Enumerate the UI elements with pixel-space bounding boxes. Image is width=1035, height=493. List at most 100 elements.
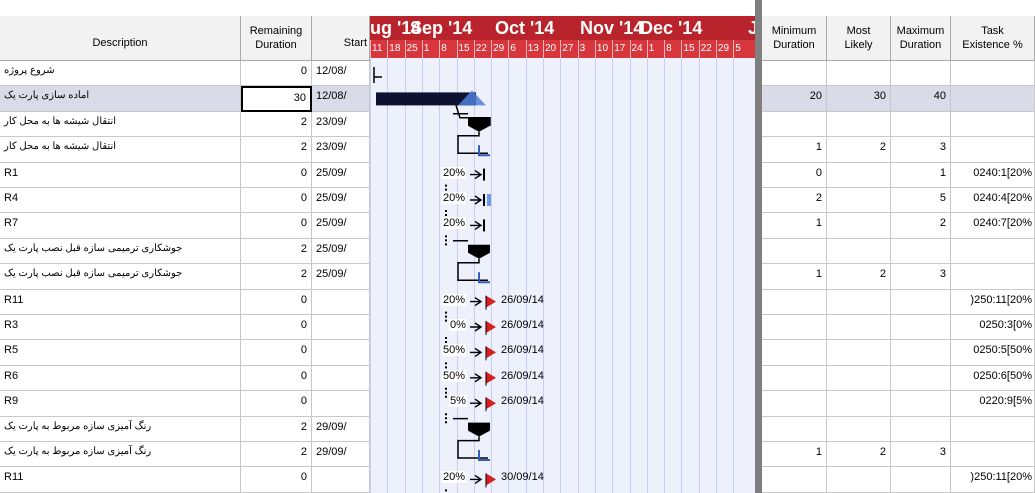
task-existence-cell[interactable] bbox=[951, 86, 1035, 112]
table-row[interactable]: R6 0 bbox=[0, 365, 370, 392]
remaining-duration-cell[interactable]: 2 bbox=[241, 442, 312, 468]
table-row[interactable]: رنگ آمیزی سازه مربوط به پارت یک 2 29/09/ bbox=[0, 442, 370, 468]
start-cell[interactable] bbox=[312, 467, 370, 493]
remaining-duration-cell[interactable]: 0 bbox=[241, 340, 312, 366]
minimum-duration-cell[interactable]: 0 bbox=[762, 162, 827, 188]
remaining-duration-cell[interactable]: 30 bbox=[241, 86, 312, 112]
remaining-duration-cell[interactable]: 0 bbox=[241, 61, 312, 87]
table-row-right[interactable]: )250:11[20% bbox=[762, 289, 1035, 315]
task-existence-cell[interactable] bbox=[951, 264, 1035, 290]
start-cell[interactable] bbox=[312, 315, 370, 341]
remaining-duration-cell[interactable]: 2 bbox=[241, 137, 312, 163]
remaining-duration-cell[interactable]: 2 bbox=[241, 416, 312, 442]
description-cell[interactable]: شروع پروژه bbox=[0, 61, 241, 87]
maximum-duration-cell[interactable]: 5 bbox=[891, 188, 951, 214]
col-header-task-existence[interactable]: Task Existence % bbox=[951, 16, 1035, 61]
task-existence-cell[interactable]: 0250:3[0% bbox=[951, 315, 1035, 341]
remaining-duration-cell[interactable]: 2 bbox=[241, 111, 312, 138]
minimum-duration-cell[interactable]: 2 bbox=[762, 188, 827, 214]
col-header-description[interactable]: Description bbox=[0, 16, 241, 61]
most-likely-cell[interactable] bbox=[827, 467, 891, 493]
start-cell[interactable]: 25/09/ bbox=[312, 238, 370, 265]
minimum-duration-cell[interactable] bbox=[762, 238, 827, 265]
table-row[interactable]: R5 0 bbox=[0, 340, 370, 366]
most-likely-cell[interactable]: 30 bbox=[827, 86, 891, 112]
description-cell[interactable]: R11 bbox=[0, 467, 241, 493]
task-existence-cell[interactable]: 0250:5[50% bbox=[951, 340, 1035, 366]
table-row[interactable]: R11 0 bbox=[0, 467, 370, 493]
most-likely-cell[interactable] bbox=[827, 188, 891, 214]
task-existence-cell[interactable]: 0250:6[50% bbox=[951, 365, 1035, 392]
description-cell[interactable]: رنگ آمیزی سازه مربوط به پارت یک bbox=[0, 442, 241, 468]
pane-splitter[interactable] bbox=[755, 0, 762, 493]
task-existence-cell[interactable] bbox=[951, 61, 1035, 87]
table-row-right[interactable]: 123 bbox=[762, 264, 1035, 290]
description-cell[interactable]: انتقال شیشه ها به محل کار bbox=[0, 137, 241, 163]
table-row-right[interactable]: 0 1 0240:1[20% bbox=[762, 162, 1035, 188]
minimum-duration-cell[interactable] bbox=[762, 365, 827, 392]
minimum-duration-cell[interactable]: 1 bbox=[762, 137, 827, 163]
maximum-duration-cell[interactable] bbox=[891, 467, 951, 493]
most-likely-cell[interactable] bbox=[827, 365, 891, 392]
table-row-right[interactable]: 123 bbox=[762, 442, 1035, 468]
maximum-duration-cell[interactable] bbox=[891, 111, 951, 138]
task-existence-cell[interactable]: 0220:9[5% bbox=[951, 391, 1035, 417]
table-row[interactable]: R11 0 bbox=[0, 289, 370, 315]
minimum-duration-cell[interactable] bbox=[762, 111, 827, 138]
col-header-maximum-duration[interactable]: Maximum Duration bbox=[891, 16, 951, 61]
maximum-duration-cell[interactable]: 3 bbox=[891, 442, 951, 468]
table-row-right[interactable]: 1 2 0240:7[20% bbox=[762, 213, 1035, 239]
table-row-right[interactable]: 2 5 0240:4[20% bbox=[762, 188, 1035, 214]
minimum-duration-cell[interactable]: 1 bbox=[762, 264, 827, 290]
description-cell[interactable]: R5 bbox=[0, 340, 241, 366]
maximum-duration-cell[interactable] bbox=[891, 238, 951, 265]
maximum-duration-cell[interactable] bbox=[891, 365, 951, 392]
description-cell[interactable]: جوشکاری ترمیمی سازه قبل نصب پارت یک bbox=[0, 238, 241, 265]
table-row[interactable]: رنگ آمیزی سازه مربوط به پارت یک 2 29/09/ bbox=[0, 416, 370, 442]
task-existence-cell[interactable]: 0240:4[20% bbox=[951, 188, 1035, 214]
table-row[interactable]: اماده سازی پارت یک 30 12/08/ bbox=[0, 86, 370, 112]
minimum-duration-cell[interactable] bbox=[762, 289, 827, 315]
start-cell[interactable]: 25/09/ bbox=[312, 213, 370, 239]
minimum-duration-cell[interactable] bbox=[762, 315, 827, 341]
table-row-right[interactable]: 0250:3[0% bbox=[762, 315, 1035, 341]
table-row-right[interactable]: 0250:5[50% bbox=[762, 340, 1035, 366]
minimum-duration-cell[interactable] bbox=[762, 467, 827, 493]
most-likely-cell[interactable] bbox=[827, 416, 891, 442]
gantt-chart[interactable]: ug '14 Sep '14 Oct '14 Nov '14 Dec '14 J 11 18… bbox=[370, 16, 755, 493]
table-row[interactable]: شروع پروژه 0 12/08/ bbox=[0, 61, 370, 87]
minimum-duration-cell[interactable] bbox=[762, 391, 827, 417]
col-header-most-likely[interactable]: Most Likely bbox=[827, 16, 891, 61]
table-row-right[interactable] bbox=[762, 238, 1035, 265]
start-cell[interactable]: 25/09/ bbox=[312, 264, 370, 290]
start-cell[interactable] bbox=[312, 289, 370, 315]
table-row-right[interactable]: )250:11[20% bbox=[762, 467, 1035, 493]
maximum-duration-cell[interactable] bbox=[891, 391, 951, 417]
col-header-start[interactable]: Start bbox=[312, 16, 370, 61]
table-row[interactable]: R1 0 25/09/ bbox=[0, 162, 370, 188]
most-likely-cell[interactable] bbox=[827, 111, 891, 138]
maximum-duration-cell[interactable] bbox=[891, 61, 951, 87]
table-row-right[interactable]: 20 30 40 bbox=[762, 86, 1035, 112]
table-row-right[interactable]: 0220:9[5% bbox=[762, 391, 1035, 417]
start-cell[interactable]: 25/09/ bbox=[312, 162, 370, 188]
minimum-duration-cell[interactable]: 1 bbox=[762, 442, 827, 468]
maximum-duration-cell[interactable]: 3 bbox=[891, 137, 951, 163]
table-row-right[interactable]: 0250:6[50% bbox=[762, 365, 1035, 392]
table-row[interactable]: R9 0 bbox=[0, 391, 370, 417]
table-row[interactable]: انتقال شیشه ها به محل کار 2 23/09/ bbox=[0, 111, 370, 138]
table-row[interactable]: جوشکاری ترمیمی سازه قبل نصب پارت یک 2 25/0… bbox=[0, 264, 370, 290]
start-cell[interactable]: 23/09/ bbox=[312, 111, 370, 138]
remaining-duration-cell[interactable]: 2 bbox=[241, 238, 312, 265]
most-likely-cell[interactable]: 2 bbox=[827, 137, 891, 163]
start-cell[interactable]: 25/09/ bbox=[312, 188, 370, 214]
table-row[interactable]: جوشکاری ترمیمی سازه قبل نصب پارت یک 2 25/0… bbox=[0, 238, 370, 265]
remaining-duration-cell[interactable]: 0 bbox=[241, 213, 312, 239]
table-row[interactable]: R4 0 25/09/ bbox=[0, 188, 370, 214]
table-row-right[interactable]: 123 bbox=[762, 137, 1035, 163]
col-header-minimum-duration[interactable]: Minimum Duration bbox=[762, 16, 827, 61]
minimum-duration-cell[interactable] bbox=[762, 61, 827, 87]
start-cell[interactable] bbox=[312, 340, 370, 366]
remaining-duration-cell[interactable]: 0 bbox=[241, 188, 312, 214]
description-cell[interactable]: R7 bbox=[0, 213, 241, 239]
